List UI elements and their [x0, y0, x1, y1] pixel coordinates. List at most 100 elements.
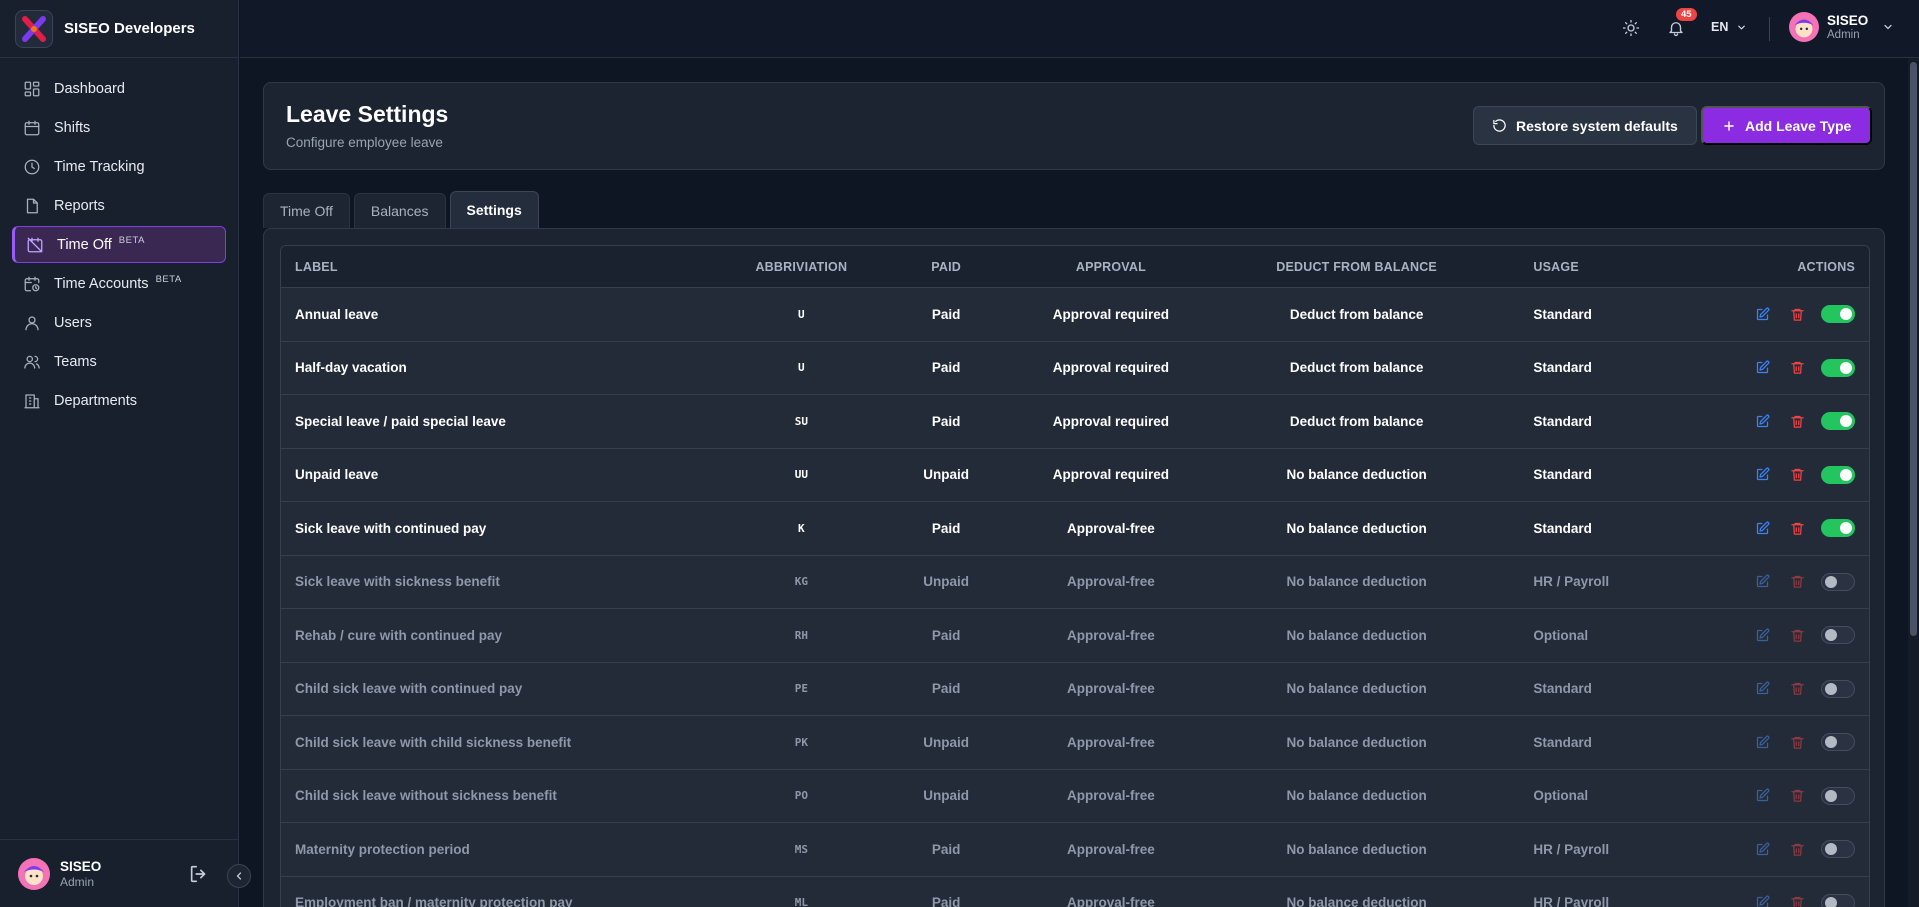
row-actions: [1717, 840, 1869, 859]
dashboard-icon: [22, 79, 42, 99]
sidebar-item-time-off[interactable]: Time Off BETA: [12, 226, 226, 263]
theme-toggle-icon[interactable]: [1622, 19, 1640, 42]
delete-icon[interactable]: [1790, 414, 1805, 429]
column-header-deduct[interactable]: DEDUCT FROM BALANCE: [1206, 260, 1508, 274]
user-menu-role: Admin: [1827, 28, 1860, 41]
toggle-knob: [1839, 308, 1852, 321]
toggle-knob: [1839, 415, 1852, 428]
collapse-sidebar-button[interactable]: [227, 864, 251, 888]
sidebar-item-time-tracking[interactable]: Time Tracking: [12, 148, 226, 185]
table-row: Half-day vacation U Paid Approval required D…: [281, 341, 1869, 395]
user-icon: [22, 313, 42, 333]
edit-icon[interactable]: [1755, 307, 1770, 322]
edit-icon[interactable]: [1755, 628, 1770, 643]
leave-type-approval: Approval required: [1052, 360, 1170, 376]
enable-toggle[interactable]: [1820, 679, 1855, 698]
page-scrollbar-thumb[interactable]: [1910, 62, 1917, 636]
table-row: Child sick leave with child sickness ben…: [281, 716, 1869, 770]
user-menu-name: SISEO: [1827, 12, 1869, 28]
delete-icon[interactable]: [1790, 360, 1805, 375]
enable-toggle[interactable]: [1820, 572, 1855, 591]
leave-type-abbreviation: U: [798, 307, 805, 321]
leave-type-abbreviation: MS: [794, 842, 808, 856]
enable-toggle[interactable]: [1820, 305, 1855, 324]
sidebar-item-reports[interactable]: Reports: [12, 187, 226, 224]
tab-settings[interactable]: Settings: [449, 191, 539, 228]
sidebar-item-dashboard[interactable]: Dashboard: [12, 70, 226, 107]
edit-icon[interactable]: [1755, 842, 1770, 857]
sidebar-item-departments[interactable]: Departments: [12, 382, 226, 419]
leave-type-label: Special leave / paid special leave: [295, 413, 506, 429]
table-row: Rehab / cure with continued pay RH Paid App…: [281, 609, 1869, 663]
enable-toggle[interactable]: [1820, 412, 1855, 431]
leave-type-usage: HR / Payroll: [1533, 574, 1610, 590]
avatar: [18, 857, 50, 890]
brand[interactable]: SISEO Developers: [0, 0, 238, 58]
leave-type-paid: Unpaid: [923, 467, 970, 483]
tab-balances[interactable]: Balances: [353, 193, 446, 228]
edit-icon[interactable]: [1755, 521, 1770, 536]
leave-type-label: Unpaid leave: [295, 467, 379, 483]
edit-icon[interactable]: [1755, 467, 1770, 482]
restore-defaults-button[interactable]: Restore system defaults: [1473, 106, 1697, 145]
edit-icon[interactable]: [1755, 788, 1770, 803]
leave-type-paid: Unpaid: [923, 574, 970, 590]
sidebar-item-teams[interactable]: Teams: [12, 343, 226, 380]
enable-toggle[interactable]: [1820, 786, 1855, 805]
avatar: [1789, 12, 1819, 42]
column-header-usage[interactable]: USAGE: [1507, 260, 1717, 274]
leave-type-deduct: No balance deduction: [1286, 734, 1427, 750]
logout-icon[interactable]: [188, 863, 210, 890]
enable-toggle[interactable]: [1820, 519, 1855, 538]
toggle-knob: [1824, 896, 1837, 907]
delete-icon[interactable]: [1790, 895, 1805, 907]
enable-toggle[interactable]: [1820, 840, 1855, 859]
page-title: Leave Settings: [286, 101, 449, 127]
edit-icon[interactable]: [1755, 735, 1770, 750]
edit-icon[interactable]: [1755, 681, 1770, 696]
column-header-approval[interactable]: APPROVAL: [1016, 260, 1206, 274]
edit-icon[interactable]: [1755, 895, 1770, 907]
delete-icon[interactable]: [1790, 574, 1805, 589]
user-menu[interactable]: SISEO Admin: [1789, 12, 1894, 42]
enable-toggle[interactable]: [1820, 358, 1855, 377]
leave-type-deduct: No balance deduction: [1286, 841, 1427, 857]
sidebar-item-label: Teams: [54, 353, 97, 370]
building-icon: [22, 391, 42, 411]
add-leave-type-label: Add Leave Type: [1745, 117, 1852, 134]
enable-toggle[interactable]: [1820, 893, 1855, 907]
column-header-label[interactable]: LABEL: [281, 260, 726, 274]
delete-icon[interactable]: [1790, 628, 1805, 643]
sidebar-user[interactable]: SISEO Admin: [0, 839, 239, 907]
edit-icon[interactable]: [1755, 360, 1770, 375]
language-selector[interactable]: EN: [1711, 20, 1747, 34]
sidebar-item-shifts[interactable]: Shifts: [12, 109, 226, 146]
enable-toggle[interactable]: [1820, 626, 1855, 645]
enable-toggle[interactable]: [1820, 733, 1855, 752]
delete-icon[interactable]: [1790, 842, 1805, 857]
add-leave-type-button[interactable]: Add Leave Type: [1701, 106, 1873, 145]
delete-icon[interactable]: [1790, 307, 1805, 322]
sidebar-item-users[interactable]: Users: [12, 304, 226, 341]
enable-toggle[interactable]: [1820, 465, 1855, 484]
delete-icon[interactable]: [1790, 788, 1805, 803]
edit-icon[interactable]: [1755, 414, 1770, 429]
delete-icon[interactable]: [1790, 467, 1805, 482]
leave-type-paid: Paid: [931, 413, 961, 429]
notifications-bell-icon[interactable]: [1667, 18, 1685, 43]
toggle-knob: [1839, 361, 1852, 374]
leave-types-table: LABEL ABBRIVIATION PAID APPROVAL DEDUCT …: [280, 245, 1870, 907]
leave-type-abbreviation: PK: [794, 735, 808, 749]
toggle-knob: [1824, 789, 1837, 802]
delete-icon[interactable]: [1790, 681, 1805, 696]
leave-type-usage: Standard: [1533, 681, 1592, 697]
leave-type-abbreviation: RH: [794, 628, 808, 642]
delete-icon[interactable]: [1790, 521, 1805, 536]
leave-type-paid: Unpaid: [923, 734, 970, 750]
edit-icon[interactable]: [1755, 574, 1770, 589]
sidebar-item-time-accounts[interactable]: Time Accounts BETA: [12, 265, 226, 302]
column-header-paid[interactable]: PAID: [876, 260, 1016, 274]
delete-icon[interactable]: [1790, 735, 1805, 750]
column-header-abbreviation[interactable]: ABBRIVIATION: [726, 260, 876, 274]
tab-time-off[interactable]: Time Off: [263, 193, 350, 228]
